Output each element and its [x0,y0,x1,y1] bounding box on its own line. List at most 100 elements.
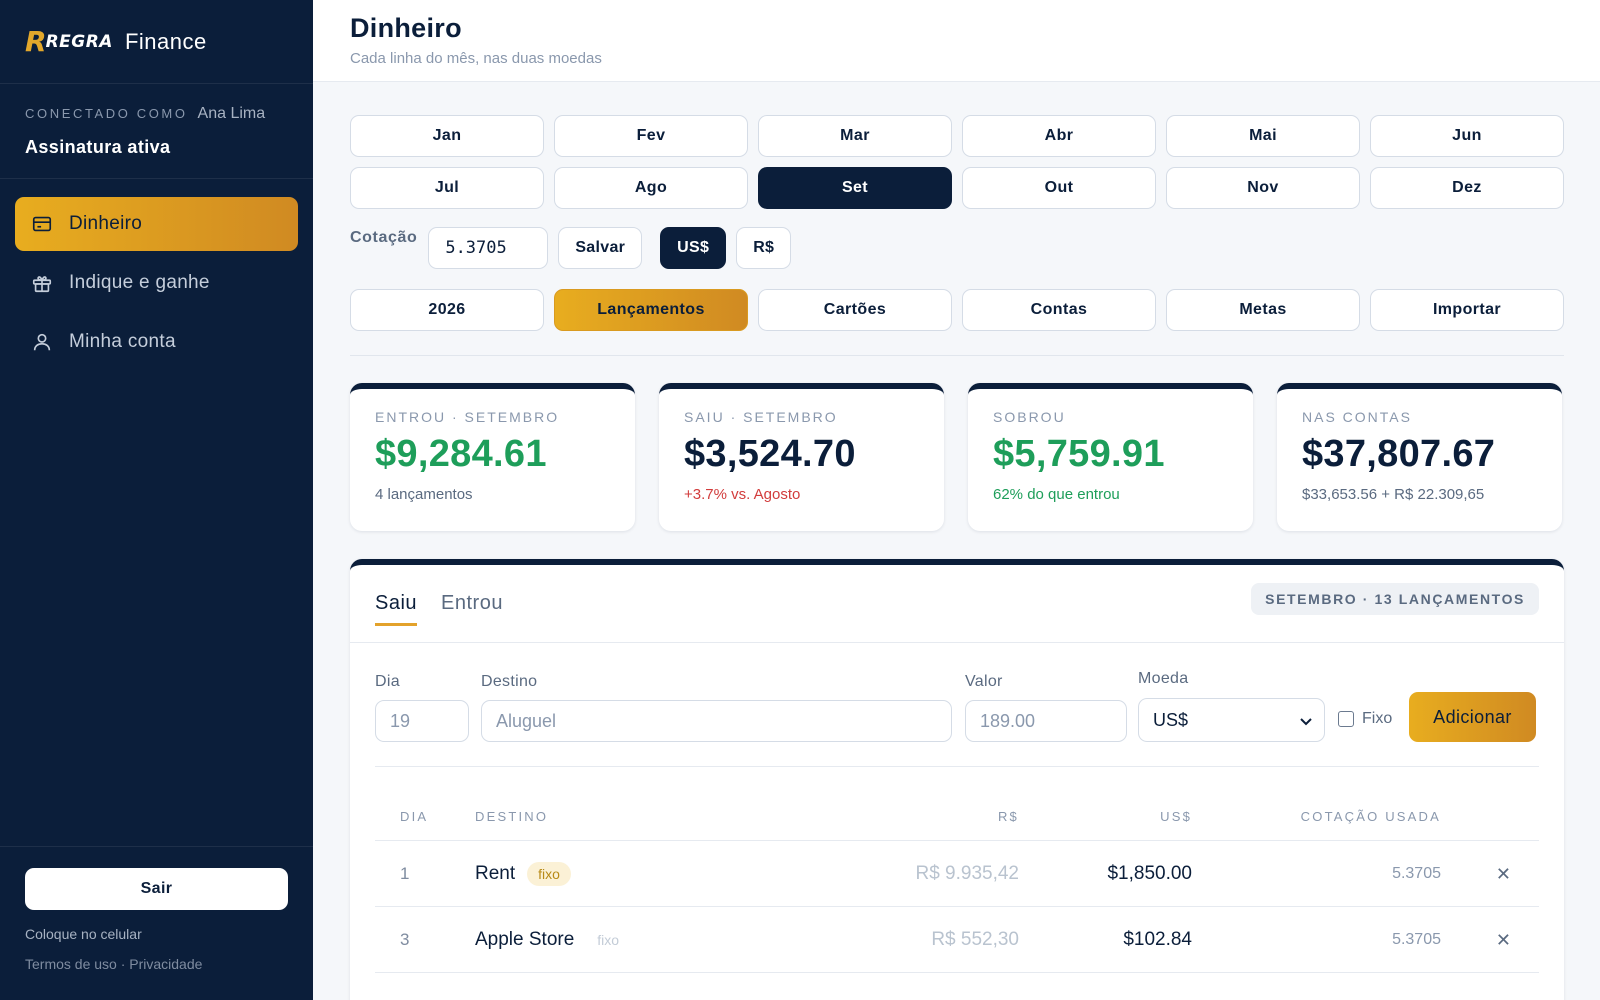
month-out[interactable]: Out [962,167,1156,209]
sidebar-footer: Sair Coloque no celular Termos de uso · … [0,846,313,1000]
month-mai[interactable]: Mai [1166,115,1360,157]
add-transaction-form: Dia Destino Valor Moeda US$ Fixo Adicion… [375,643,1539,767]
row-destination-text: Apple Store [475,929,575,950]
page-title: Dinheiro [350,13,462,43]
tab-saiu[interactable]: Saiu [375,592,418,626]
day-label: Dia [375,673,400,690]
add-button[interactable]: Adicionar [1409,692,1536,742]
col-brl: R$ [997,809,1019,824]
month-fev[interactable]: Fev [554,115,748,157]
row-rate: 5.3705 [1392,931,1441,948]
month-dez[interactable]: Dez [1370,167,1564,209]
chevron-down-icon [1300,710,1312,731]
row-destination: Rent fixo [475,841,571,907]
fixed-badge[interactable]: fixo [586,928,630,952]
month-jan[interactable]: Jan [350,115,544,157]
brand-logo-text: REGRA [45,31,113,52]
card-icon [31,213,53,235]
day-input[interactable] [375,700,469,742]
stat-card-sobrou: SOBROU $5,759.91 62% do que entrou [968,383,1253,531]
section-tabs: 2026 Lançamentos Cartões Contas Metas Im… [350,289,1564,331]
rate-label: Cotação [350,229,418,246]
legal-links[interactable]: Termos de uso · Privacidade [25,956,288,972]
gift-icon [31,272,53,294]
row-brl: R$ 552,30 [931,929,1019,950]
delete-icon[interactable]: ✕ [1496,841,1511,907]
currency-label: Moeda [1138,670,1189,687]
tab-cartoes[interactable]: Cartões [758,289,952,331]
install-app-link[interactable]: Coloque no celular [25,926,288,942]
page-header: Dinheiro Cada linha do mês, nas duas moe… [313,0,1600,82]
currency-brl-toggle[interactable]: R$ [736,227,792,269]
month-abr[interactable]: Abr [962,115,1156,157]
currency-usd-toggle[interactable]: US$ [660,227,727,269]
stat-caption: SOBROU [993,409,1066,425]
user-name: Ana Lima [197,105,266,122]
month-set[interactable]: Set [758,167,952,209]
delete-icon[interactable]: ✕ [1496,907,1511,973]
stat-caption: NAS CONTAS [1302,409,1412,425]
row-destination: Apple Store fixo [475,907,630,973]
col-day: DIA [400,809,429,824]
currency-select-value: US$ [1153,709,1189,730]
currency-select[interactable]: US$ [1138,698,1325,742]
sidebar-item-indique[interactable]: Indique e ganhe [15,256,298,310]
tab-2026[interactable]: 2026 [350,289,544,331]
table-header: DIA DESTINO R$ US$ COTAÇÃO USADA [375,767,1539,841]
month-jul[interactable]: Jul [350,167,544,209]
value-input[interactable] [965,700,1127,742]
stat-card-nas-contas: NAS CONTAS $37,807.67 $33,653.56 + R$ 22… [1277,383,1562,531]
row-day: 1 [400,864,410,883]
user-caption: CONECTADO COMO [25,106,188,121]
col-destination: DESTINO [475,809,549,824]
summary-cards: ENTROU · SETEMBRO $9,284.61 4 lançamento… [350,383,1564,531]
save-rate-button[interactable]: Salvar [558,227,643,269]
tab-importar[interactable]: Importar [1370,289,1564,331]
stat-value: $37,807.67 [1302,433,1496,475]
fixed-badge[interactable]: fixo [527,862,571,886]
rate-input[interactable] [428,227,549,269]
stat-note: 62% do que entrou [993,486,1120,503]
stat-card-saiu: SAIU · SETEMBRO $3,524.70 +3.7% vs. Agos… [659,383,944,531]
month-mar[interactable]: Mar [758,115,952,157]
stat-note: 4 lançamentos [375,486,473,503]
row-destination-text: Rent [475,863,516,884]
tab-contas[interactable]: Contas [962,289,1156,331]
sidebar-item-label: Indique e ganhe [69,272,210,293]
col-usd: US$ [1160,809,1192,824]
brand[interactable]: R REGRA Finance [0,0,313,84]
sidebar-item-minha-conta[interactable]: Minha conta [15,315,298,369]
tab-metas[interactable]: Metas [1166,289,1360,331]
user-block: CONECTADO COMO Ana Lima Assinatura ativa [0,84,313,179]
brand-logo-mark: R [25,25,47,58]
destination-label: Destino [481,673,538,690]
table-row: 1 Rent fixo R$ 9.935,42 $1,850.00 5.3705… [375,841,1539,907]
month-ago[interactable]: Ago [554,167,748,209]
table-row: 3 Apple Store fixo R$ 552,30 $102.84 5.3… [375,907,1539,973]
logout-button[interactable]: Sair [25,868,288,910]
brand-name: Finance [124,28,207,54]
fixed-checkbox[interactable] [1338,711,1354,727]
month-selector-row-2: Jul Ago Set Out Nov Dez [350,167,1564,209]
stat-note: +3.7% vs. Agosto [684,486,801,503]
month-jun[interactable]: Jun [1370,115,1564,157]
fixed-toggle[interactable]: Fixo [1338,710,1392,728]
month-nov[interactable]: Nov [1166,167,1360,209]
main-content: Jan Fev Mar Abr Mai Jun Jul Ago Set Out … [350,82,1564,1000]
col-rate: COTAÇÃO USADA [1300,809,1441,824]
stat-caption: ENTROU · SETEMBRO [375,409,560,425]
stat-caption: SAIU · SETEMBRO [684,409,838,425]
row-brl: R$ 9.935,42 [915,863,1019,884]
sidebar-item-label: Minha conta [69,331,176,352]
user-icon [31,331,53,353]
panel-header: Saiu Entrou SETEMBRO · 13 LANÇAMENTOS [350,565,1564,643]
tab-entrou[interactable]: Entrou [441,592,503,626]
destination-input[interactable] [481,700,952,742]
stat-value: $3,524.70 [684,433,856,475]
value-label: Valor [965,673,1003,690]
tab-lancamentos[interactable]: Lançamentos [554,289,748,331]
row-day: 3 [400,930,410,949]
month-selector-row-1: Jan Fev Mar Abr Mai Jun [350,115,1564,157]
sidebar-item-dinheiro[interactable]: Dinheiro [15,197,298,251]
month-count-badge: SETEMBRO · 13 LANÇAMENTOS [1251,583,1539,615]
